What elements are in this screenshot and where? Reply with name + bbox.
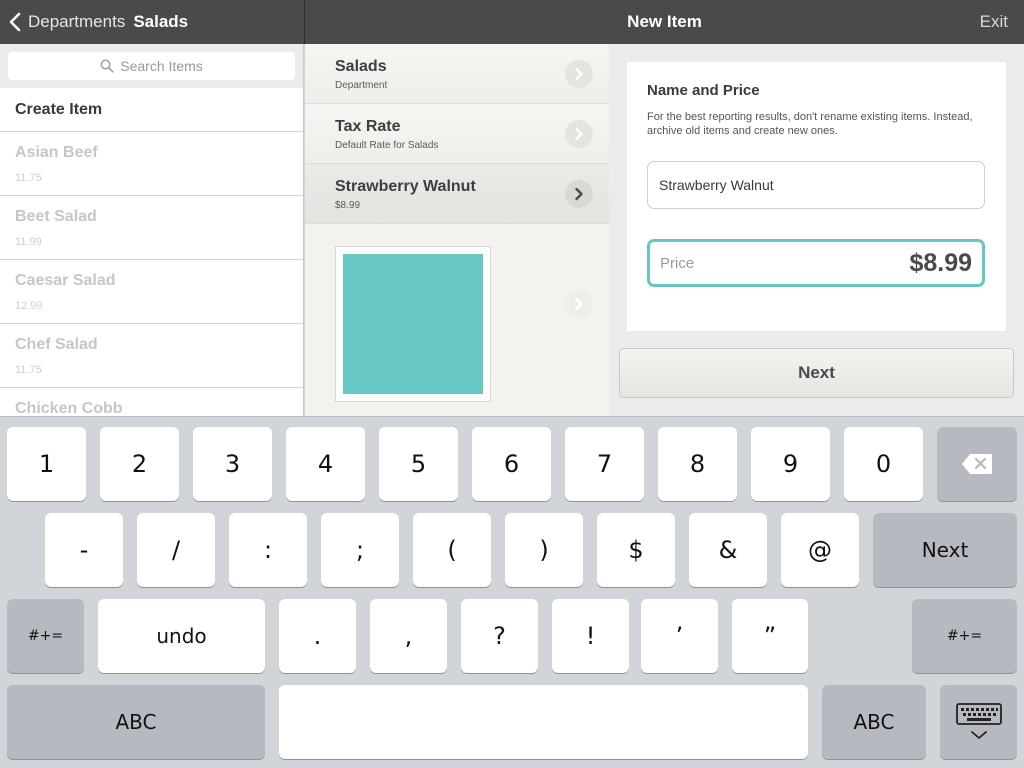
exit-button[interactable]: Exit — [980, 0, 1008, 44]
search-placeholder: Search Items — [120, 58, 203, 74]
more-symbols-key-left[interactable]: #+= — [7, 599, 84, 673]
tax-rate-title: Tax Rate — [335, 118, 401, 135]
chevron-right-icon — [565, 290, 593, 318]
section-title: Name and Price — [647, 82, 760, 99]
key-apostrophe[interactable]: ’ — [641, 599, 718, 673]
list-item[interactable]: Caesar Salad 12.99 — [0, 260, 303, 324]
key-slash[interactable]: / — [137, 513, 215, 587]
backspace-icon — [962, 454, 992, 474]
key-6[interactable]: 6 — [472, 427, 551, 501]
back-label: Departments — [28, 12, 126, 31]
item-name-field[interactable]: Strawberry Walnut — [647, 161, 985, 209]
name-price-row[interactable]: Strawberry Walnut $8.99 — [305, 164, 609, 224]
undo-key[interactable]: undo — [98, 599, 265, 673]
name-and-price-form: Name and Price For the best reporting re… — [609, 44, 1024, 416]
item-color-swatch — [343, 254, 483, 394]
key-hyphen[interactable]: - — [45, 513, 123, 587]
tax-rate-subtitle: Default Rate for Salads — [335, 140, 439, 151]
key-semicolon[interactable]: ; — [321, 513, 399, 587]
chevron-right-icon — [565, 120, 593, 148]
key-close-paren[interactable]: ) — [505, 513, 583, 587]
left-navigation-bar: Departments Salads — [0, 0, 304, 44]
list-item[interactable]: Beet Salad 11.99 — [0, 196, 303, 260]
key-2[interactable]: 2 — [100, 427, 179, 501]
key-colon[interactable]: : — [229, 513, 307, 587]
price-field[interactable]: Price $8.99 — [647, 239, 985, 287]
key-0[interactable]: 0 — [844, 427, 923, 501]
key-at[interactable]: @ — [781, 513, 859, 587]
item-price-subtitle: $8.99 — [335, 200, 361, 211]
item-name: Chef Salad — [15, 336, 98, 353]
item-price: 12.99 — [15, 300, 43, 312]
on-screen-keyboard: 1 2 3 4 5 6 7 8 9 0 - / : ; ( ) $ & @ Ne… — [0, 416, 1024, 768]
item-name: Beet Salad — [15, 208, 97, 225]
key-exclamation[interactable]: ! — [552, 599, 629, 673]
form-card: Name and Price For the best reporting re… — [627, 62, 1006, 331]
chevron-right-icon — [565, 60, 593, 88]
back-to-departments-button[interactable]: Departments — [0, 0, 125, 44]
current-department-title: Salads — [133, 12, 189, 31]
item-list-panel: Search Items Create Item Asian Beef 11.7… — [0, 44, 304, 416]
item-price: 11.75 — [15, 364, 42, 376]
item-detail-panel: Salads Department Tax Rate Default Rate … — [305, 44, 609, 416]
key-ampersand[interactable]: & — [689, 513, 767, 587]
keyboard-dismiss-icon — [955, 703, 1002, 739]
key-3[interactable]: 3 — [193, 427, 272, 501]
hint-text: For the best reporting results, don't re… — [647, 111, 973, 137]
abc-key-right[interactable]: ABC — [822, 685, 926, 759]
key-5[interactable]: 5 — [379, 427, 458, 501]
key-9[interactable]: 9 — [751, 427, 830, 501]
page-title: New Item — [627, 12, 702, 31]
key-question[interactable]: ? — [461, 599, 538, 673]
price-value: $8.99 — [909, 248, 972, 277]
item-image-frame — [335, 246, 491, 402]
key-quote[interactable]: ” — [732, 599, 808, 673]
search-icon — [100, 59, 114, 73]
chevron-right-icon — [565, 180, 593, 208]
key-comma[interactable]: , — [370, 599, 447, 673]
key-dollar[interactable]: $ — [597, 513, 675, 587]
department-title: Salads — [335, 58, 387, 75]
key-period[interactable]: . — [279, 599, 356, 673]
department-subtitle: Department — [335, 80, 388, 91]
create-item-button[interactable]: Create Item — [0, 88, 303, 132]
tax-rate-row[interactable]: Tax Rate Default Rate for Salads — [305, 104, 609, 164]
department-row[interactable]: Salads Department — [305, 44, 609, 104]
list-item[interactable]: Chicken Cobb — [0, 388, 303, 416]
search-input[interactable]: Search Items — [8, 52, 295, 80]
key-7[interactable]: 7 — [565, 427, 644, 501]
abc-key-left[interactable]: ABC — [7, 685, 265, 759]
item-name: Asian Beef — [15, 144, 98, 161]
item-price: 11.75 — [15, 172, 42, 184]
list-item[interactable]: Asian Beef 11.75 — [0, 132, 303, 196]
key-4[interactable]: 4 — [286, 427, 365, 501]
backspace-key[interactable] — [937, 427, 1017, 501]
item-name-title: Strawberry Walnut — [335, 178, 476, 195]
dismiss-keyboard-key[interactable] — [940, 685, 1017, 759]
list-item[interactable]: Chef Salad 11.75 — [0, 324, 303, 388]
item-image-row[interactable] — [305, 224, 609, 416]
item-price: 11.99 — [15, 236, 42, 248]
next-button[interactable]: Next — [619, 348, 1014, 398]
chevron-left-icon — [9, 12, 21, 32]
search-bar: Search Items — [0, 44, 303, 88]
price-label: Price — [660, 254, 695, 272]
key-8[interactable]: 8 — [658, 427, 737, 501]
key-1[interactable]: 1 — [7, 427, 86, 501]
main-navigation-bar: New Item Exit — [305, 0, 1024, 44]
more-symbols-key-right[interactable]: #+= — [912, 599, 1017, 673]
key-open-paren[interactable]: ( — [413, 513, 491, 587]
item-name: Caesar Salad — [15, 272, 116, 289]
item-name: Chicken Cobb — [15, 400, 123, 416]
keyboard-next-key[interactable]: Next — [873, 513, 1017, 587]
space-bar[interactable] — [279, 685, 808, 759]
